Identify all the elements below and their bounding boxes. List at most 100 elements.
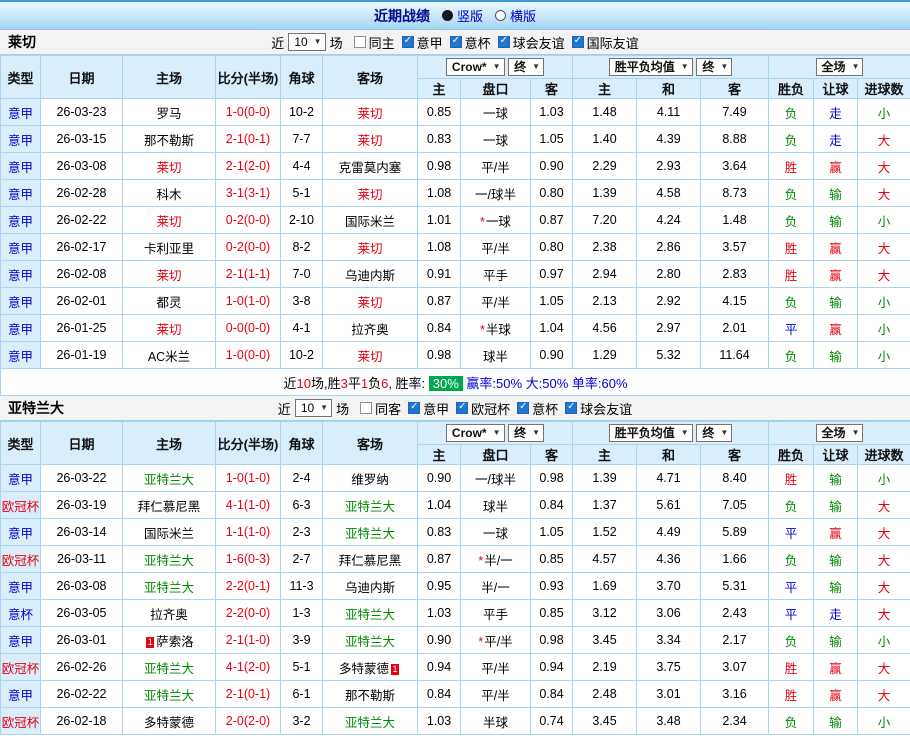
result-cell: 平 [768, 518, 815, 546]
away-team-cell[interactable]: 莱切 [322, 179, 418, 207]
checkbox-icon[interactable] [517, 401, 530, 414]
away-team-cell[interactable]: 亚特兰大 [322, 707, 418, 735]
away-team-cell[interactable]: 亚特兰大 [322, 491, 418, 519]
checkbox-icon[interactable] [353, 36, 366, 48]
handicap-cell: 一球 [460, 125, 531, 153]
home-team-cell[interactable]: 1 萨索洛 [122, 626, 216, 654]
score-cell: 0-0(0-0) [215, 314, 281, 342]
lose-odds-cell: 5.89 [700, 518, 770, 546]
filter-checkbox[interactable]: 球会友谊 [565, 399, 632, 418]
checkbox-icon[interactable] [497, 35, 510, 48]
stats-summary-segment: 场,胜 [310, 375, 341, 391]
layout-option-horizontal[interactable]: 横版 [495, 6, 536, 25]
away-team-cell[interactable]: 拉齐奥 [322, 314, 418, 342]
home-team-cell[interactable]: 莱切 [122, 152, 216, 180]
away-team-cell[interactable]: 乌迪内斯 [322, 260, 418, 288]
odds-company-select[interactable]: Crow* ▼ [445, 424, 505, 442]
sub-col-home-odds: 主 [417, 78, 461, 99]
lecce-results-tbody: 意甲 26-03-23 罗马 1-0(0-0) 10-2 莱切 0.85 一球 … [0, 98, 910, 369]
checkbox-icon[interactable] [449, 35, 462, 48]
checkbox-icon[interactable] [408, 401, 421, 414]
home-team-cell[interactable]: 拜仁慕尼黑 [122, 491, 216, 519]
handicap-result-cell: 走 [813, 599, 859, 627]
wdl-average-select[interactable]: 胜平负均值 ▼ [608, 58, 693, 76]
stats-summary-cell: 近10场,胜3平1负6, 胜率: 30% 赢率:50% 大:50% 单率:60% [0, 368, 910, 396]
goals-result-cell: 小 [857, 287, 910, 315]
home-team-cell[interactable]: 卡利亚里 [122, 233, 216, 261]
away-team-cell[interactable]: 莱切 [322, 233, 418, 261]
home-team-cell[interactable]: 亚特兰大 [122, 545, 216, 573]
filter-checkbox[interactable]: 意杯 [449, 33, 491, 52]
scope-select[interactable]: 全场 ▼ [815, 424, 864, 442]
lose-odds-cell: 5.31 [700, 572, 770, 600]
home-team-cell[interactable]: AC米兰 [122, 341, 216, 369]
away-team-cell[interactable]: 亚特兰大 [322, 626, 418, 654]
filter-checkbox[interactable]: 同主 [353, 33, 395, 52]
chevron-down-icon: ▼ [851, 428, 860, 437]
home-team-cell[interactable]: 亚特兰大 [122, 653, 216, 681]
filter-checkbox[interactable]: 意甲 [408, 399, 449, 418]
checkbox-icon[interactable] [401, 35, 414, 48]
filter-checkbox[interactable]: 意甲 [401, 33, 443, 52]
checkbox-icon[interactable] [571, 35, 584, 48]
home-team-cell[interactable]: 莱切 [122, 206, 216, 234]
odds-company-select[interactable]: Crow* ▼ [445, 58, 505, 76]
home-team-cell[interactable]: 亚特兰大 [122, 464, 216, 492]
home-team-cell[interactable]: 国际米兰 [122, 518, 216, 546]
home-team-cell[interactable]: 亚特兰大 [122, 680, 216, 708]
wdl-final-select[interactable]: 终 ▼ [696, 424, 733, 442]
home-team-cell[interactable]: 都灵 [122, 287, 216, 315]
home-team-cell[interactable]: 罗马 [122, 98, 216, 126]
away-team-cell[interactable]: 乌迪内斯 [322, 572, 418, 600]
wdl-final-select[interactable]: 终 ▼ [696, 58, 733, 76]
filter-checkbox[interactable]: 球会友谊 [497, 33, 565, 52]
away-team-cell[interactable]: 莱切 [322, 125, 418, 153]
checkbox-icon[interactable] [565, 401, 578, 414]
away-team-cell[interactable]: 莱切 [322, 341, 418, 369]
lose-odds-cell: 8.88 [700, 125, 770, 153]
away-team-cell[interactable]: 多特蒙德 1 [322, 653, 418, 681]
filter-checkbox[interactable]: 国际友谊 [571, 33, 639, 52]
home-team-cell[interactable]: 那不勒斯 [122, 125, 216, 153]
away-team-cell[interactable]: 莱切 [322, 287, 418, 315]
odds-final-select[interactable]: 终 ▼ [508, 58, 545, 76]
stats-summary-row: 近10场,胜3平1负6, 胜率: 30% 赢率:50% 大:50% 单率:60% [0, 368, 910, 396]
filter-checkbox[interactable]: 意杯 [517, 399, 558, 418]
handicap-result-cell: 赢 [813, 260, 859, 288]
away-team-cell[interactable]: 维罗纳 [322, 464, 418, 492]
away-team-cell[interactable]: 拜仁慕尼黑 [322, 545, 418, 573]
draw-odds-cell: 3.01 [636, 680, 702, 708]
checkbox-icon[interactable] [360, 402, 373, 414]
filter-checkbox[interactable]: 欧冠杯 [456, 399, 510, 418]
away-team-cell[interactable]: 克雷莫内塞 [322, 152, 418, 180]
odds-final-select[interactable]: 终 ▼ [508, 424, 545, 442]
scope-select[interactable]: 全场 ▼ [815, 58, 864, 76]
handicap-result-cell: 输 [813, 464, 859, 492]
checkbox-icon[interactable] [456, 401, 469, 414]
home-team-cell[interactable]: 多特蒙德 [122, 707, 216, 735]
away-odds-cell: 1.05 [529, 518, 574, 546]
home-team-cell[interactable]: 莱切 [122, 260, 216, 288]
goals-result-cell: 小 [857, 626, 910, 654]
away-team-cell[interactable]: 那不勒斯 [322, 680, 418, 708]
away-team-cell[interactable]: 莱切 [322, 98, 418, 126]
stats-summary-segment: 近 [283, 375, 297, 391]
home-team-cell[interactable]: 科木 [122, 179, 216, 207]
league-cell: 意甲 [0, 98, 41, 126]
layout-option-vertical[interactable]: 竖版 [441, 6, 483, 25]
away-odds-cell: 0.90 [529, 341, 574, 369]
away-team-cell[interactable]: 国际米兰 [322, 206, 418, 234]
away-team-cell[interactable]: 亚特兰大 [322, 518, 418, 546]
radio-unselected-icon[interactable] [495, 10, 506, 21]
filter-checkbox[interactable]: 同客 [360, 399, 401, 418]
home-team-cell[interactable]: 莱切 [122, 314, 216, 342]
draw-odds-cell: 3.06 [636, 599, 702, 627]
away-team-cell[interactable]: 亚特兰大 [322, 599, 418, 627]
lecce-filters: 近 10▼ 场 同主 意甲 意杯 球会友谊 国际友谊 [271, 33, 639, 52]
wdl-average-select[interactable]: 胜平负均值 ▼ [608, 424, 693, 442]
home-team-cell[interactable]: 拉齐奥 [122, 599, 216, 627]
radio-selected-icon[interactable] [441, 10, 453, 21]
match-count-select[interactable]: 10 ▼ [288, 33, 326, 51]
match-count-select[interactable]: 10 ▼ [294, 399, 333, 417]
home-team-cell[interactable]: 亚特兰大 [122, 572, 216, 600]
